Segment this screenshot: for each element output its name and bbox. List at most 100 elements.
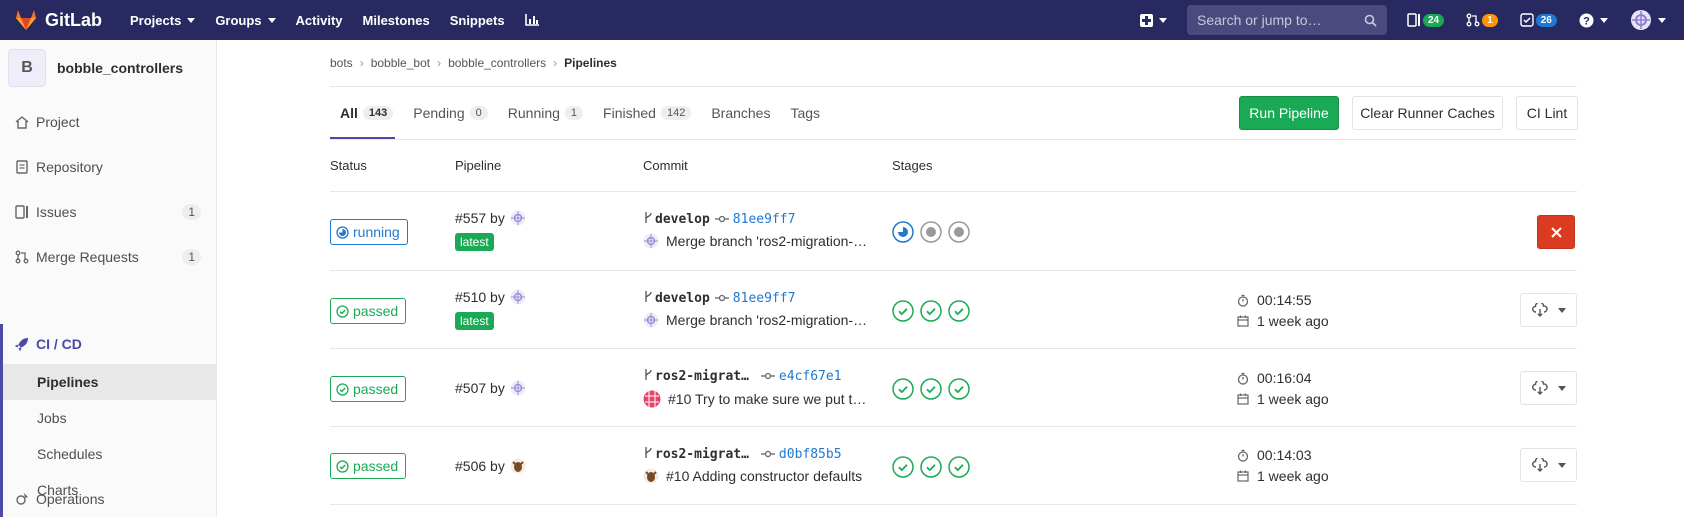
sidebar-project-header[interactable]: B bobble_controllers (0, 40, 216, 96)
sidebar-item-repository[interactable]: Repository (0, 147, 216, 187)
calendar-icon (1237, 470, 1249, 482)
tab-all[interactable]: All 143 (329, 87, 396, 139)
run-pipeline-button[interactable]: Run Pipeline (1239, 96, 1339, 130)
nav-snippets[interactable]: Snippets (450, 13, 505, 28)
tab-tags[interactable]: Tags (790, 87, 820, 139)
tab-pending[interactable]: Pending 0 (413, 87, 488, 139)
pipeline-id-link[interactable]: #506 (455, 458, 486, 474)
commit-icon (760, 372, 775, 380)
pipeline-id-link[interactable]: #557 (455, 210, 486, 226)
commit-sha-link[interactable]: d0bf85b5 (779, 447, 842, 462)
breadcrumb-bots[interactable]: bots (330, 56, 353, 70)
stage-created-icon[interactable] (920, 221, 942, 243)
stage-success-icon[interactable] (892, 378, 914, 400)
stage-success-icon[interactable] (920, 378, 942, 400)
download-artifacts-dropdown[interactable] (1520, 448, 1577, 482)
sidebar-item-project[interactable]: Project (0, 102, 216, 142)
stage-success-icon[interactable] (948, 456, 970, 478)
stage-success-icon[interactable] (892, 300, 914, 322)
branch-name-link[interactable]: ros2-migrat… (655, 369, 749, 384)
status-badge-running[interactable]: running (330, 219, 408, 245)
sidebar-item-operations[interactable]: Operations (0, 482, 216, 516)
commit-message-link[interactable]: #10 Try to make sure we put the files (668, 391, 868, 407)
tab-branches[interactable]: Branches (711, 87, 770, 139)
pipeline-id-link[interactable]: #507 (455, 380, 486, 396)
nav-issues[interactable]: 24 (1407, 13, 1445, 27)
sidebar-item-merge-requests[interactable]: Merge Requests 1 (0, 237, 216, 277)
divider (330, 139, 1577, 140)
stage-created-icon[interactable] (948, 221, 970, 243)
nav-milestones[interactable]: Milestones (363, 13, 430, 28)
search-input[interactable]: Search or jump to… (1187, 5, 1387, 35)
status-badge-passed[interactable]: passed (330, 453, 407, 479)
timer-icon (1237, 294, 1249, 307)
breadcrumb-bobble-bot[interactable]: bobble_bot (371, 56, 430, 70)
sidebar-subitem-jobs[interactable]: Jobs (3, 400, 216, 436)
status-success-icon (336, 459, 349, 473)
tanuki-icon (16, 10, 36, 30)
status-badge-passed[interactable]: passed (330, 376, 407, 402)
new-item-dropdown[interactable] (1140, 13, 1167, 27)
chevron-down-icon (1657, 17, 1666, 23)
sidebar-item-issues[interactable]: Issues 1 (0, 192, 216, 232)
branch-name-link[interactable]: develop (655, 291, 710, 306)
sidebar-subitem-pipelines[interactable]: Pipelines (3, 364, 216, 400)
help-dropdown[interactable]: ? (1579, 13, 1608, 28)
nav-activity[interactable]: Activity (296, 13, 343, 28)
nav-projects[interactable]: Projects (130, 13, 196, 28)
analytics-chart-icon[interactable] (524, 14, 539, 26)
stage-success-icon[interactable] (948, 378, 970, 400)
user-avatar-icon[interactable] (643, 312, 659, 328)
nav-merge-requests[interactable]: 1 (1466, 13, 1498, 27)
user-avatar-icon[interactable] (510, 210, 526, 226)
user-menu[interactable] (1630, 9, 1666, 31)
commit-message-link[interactable]: #10 Adding constructor defaults (666, 468, 862, 484)
pipeline-scope-tabs: All 143 Pending 0 Running 1 Finished 142 Bra… (329, 87, 840, 139)
cloud-download-icon (1531, 458, 1548, 472)
nav-todos[interactable]: 26 (1519, 13, 1557, 27)
branch-name-link[interactable]: ros2-migrat… (655, 447, 749, 462)
pipeline-id-link[interactable]: #510 (455, 289, 486, 305)
commit-message-link[interactable]: Merge branch 'ros2-migration-into-develo… (666, 312, 868, 328)
cloud-download-icon (1531, 303, 1548, 317)
commit-message-link[interactable]: Merge branch 'ros2-migration-into-develo… (666, 233, 868, 249)
mr-count-badge: 1 (182, 249, 201, 265)
chevron-down-icon (1599, 17, 1608, 23)
download-artifacts-dropdown[interactable] (1520, 293, 1577, 327)
breadcrumb-pipelines[interactable]: Pipelines (564, 56, 617, 70)
doc-icon (14, 159, 30, 175)
download-artifacts-dropdown[interactable] (1520, 371, 1577, 405)
stage-running-icon[interactable] (892, 221, 914, 243)
status-badge-passed[interactable]: passed (330, 298, 407, 324)
user-avatar-icon[interactable] (510, 289, 526, 305)
cancel-pipeline-button[interactable] (1537, 215, 1575, 249)
nav-groups[interactable]: Groups (215, 13, 276, 28)
user-avatar-icon[interactable] (510, 380, 526, 396)
breadcrumb-bobble-controllers[interactable]: bobble_controllers (448, 56, 546, 70)
help-icon: ? (1579, 13, 1594, 27)
sidebar-item-cicd[interactable]: CI / CD (3, 324, 216, 364)
gitlab-logo[interactable]: GitLab (14, 8, 102, 32)
user-avatar-icon[interactable] (510, 458, 526, 474)
stage-success-icon[interactable] (892, 456, 914, 478)
stage-success-icon[interactable] (920, 456, 942, 478)
tab-finished[interactable]: Finished 142 (603, 87, 692, 139)
sidebar-subitem-schedules[interactable]: Schedules (3, 436, 216, 472)
commit-sha-link[interactable]: 81ee9ff7 (733, 291, 796, 306)
stage-success-icon[interactable] (920, 300, 942, 322)
branch-name-link[interactable]: develop (655, 212, 710, 227)
pipeline-duration: 00:14:03 (1257, 447, 1312, 463)
stage-success-icon[interactable] (948, 300, 970, 322)
tab-running[interactable]: Running 1 (508, 87, 584, 139)
user-avatar-icon[interactable] (643, 233, 659, 249)
pipeline-duration: 00:16:04 (1257, 370, 1312, 386)
user-avatar-icon[interactable] (643, 390, 661, 408)
commit-sha-link[interactable]: 81ee9ff7 (733, 212, 796, 227)
issues-icon (14, 204, 30, 220)
clear-runner-caches-button[interactable]: Clear Runner Caches (1352, 96, 1503, 130)
ci-lint-button[interactable]: CI Lint (1516, 96, 1578, 130)
user-avatar-icon[interactable] (643, 468, 659, 484)
commit-sha-link[interactable]: e4cf67e1 (779, 369, 842, 384)
divider (330, 191, 1577, 192)
commit-icon (714, 294, 729, 302)
